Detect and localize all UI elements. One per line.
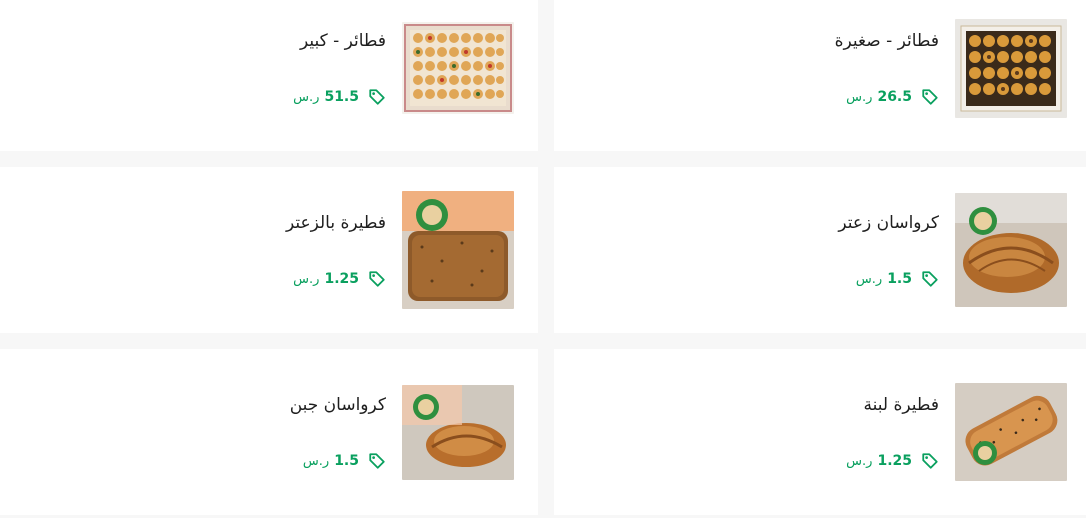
product-price: 1.25 ر.س — [846, 452, 939, 470]
product-card[interactable]: كرواسان زعتر 1.5 ر.س — [554, 167, 1086, 333]
product-name[interactable]: فطائر - كبير — [300, 31, 386, 51]
price-amount: 1.25 — [877, 453, 912, 469]
product-price: 1.5 ر.س — [303, 452, 386, 470]
product-card[interactable]: فطائر - صغيرة 26.5 ر.س — [554, 0, 1086, 151]
tag-icon — [921, 452, 939, 470]
price-amount: 1.5 — [887, 271, 912, 287]
croissant-thyme-icon[interactable] — [955, 193, 1067, 307]
tag-icon — [921, 88, 939, 106]
price-amount: 1.25 — [324, 271, 359, 287]
labneh-pie-icon[interactable] — [955, 383, 1067, 481]
product-price: 51.5 ر.س — [293, 88, 386, 106]
product-price: 26.5 ر.س — [846, 88, 939, 106]
price-currency: ر.س — [855, 271, 883, 287]
tag-icon — [368, 88, 386, 106]
product-name[interactable]: فطائر - صغيرة — [835, 31, 939, 51]
tag-icon — [921, 270, 939, 288]
product-card[interactable]: كرواسان جبن 1.5 ر.س — [0, 349, 538, 515]
price-amount: 1.5 — [334, 453, 359, 469]
price-currency: ر.س — [293, 89, 320, 105]
product-price: 1.5 ر.س — [856, 270, 939, 288]
pastry-box-small-icon[interactable] — [955, 19, 1067, 118]
cheese-croissant-icon[interactable] — [402, 385, 514, 480]
product-name[interactable]: كرواسان جبن — [290, 395, 386, 415]
product-card[interactable]: فطائر - كبير 51.5 ر.س — [0, 0, 538, 151]
product-name[interactable]: فطيرة بالزعتر — [286, 213, 386, 233]
price-currency: ر.س — [846, 453, 873, 469]
price-currency: ر.س — [846, 89, 873, 105]
pastry-box-large-icon[interactable] — [402, 22, 514, 114]
product-card[interactable]: فطيرة بالزعتر 1.25 ر.س — [0, 167, 538, 333]
price-amount: 51.5 — [324, 89, 359, 105]
price-currency: ر.س — [302, 453, 330, 469]
product-card[interactable]: فطيرة لبنة 1.25 ر.س — [554, 349, 1086, 515]
product-price: 1.25 ر.س — [293, 270, 386, 288]
price-amount: 26.5 — [877, 89, 912, 105]
product-name[interactable]: فطيرة لبنة — [864, 395, 939, 415]
tag-icon — [368, 270, 386, 288]
product-name[interactable]: كرواسان زعتر — [838, 213, 939, 233]
tag-icon — [368, 452, 386, 470]
price-currency: ر.س — [293, 271, 320, 287]
thyme-pie-icon[interactable] — [402, 191, 514, 309]
